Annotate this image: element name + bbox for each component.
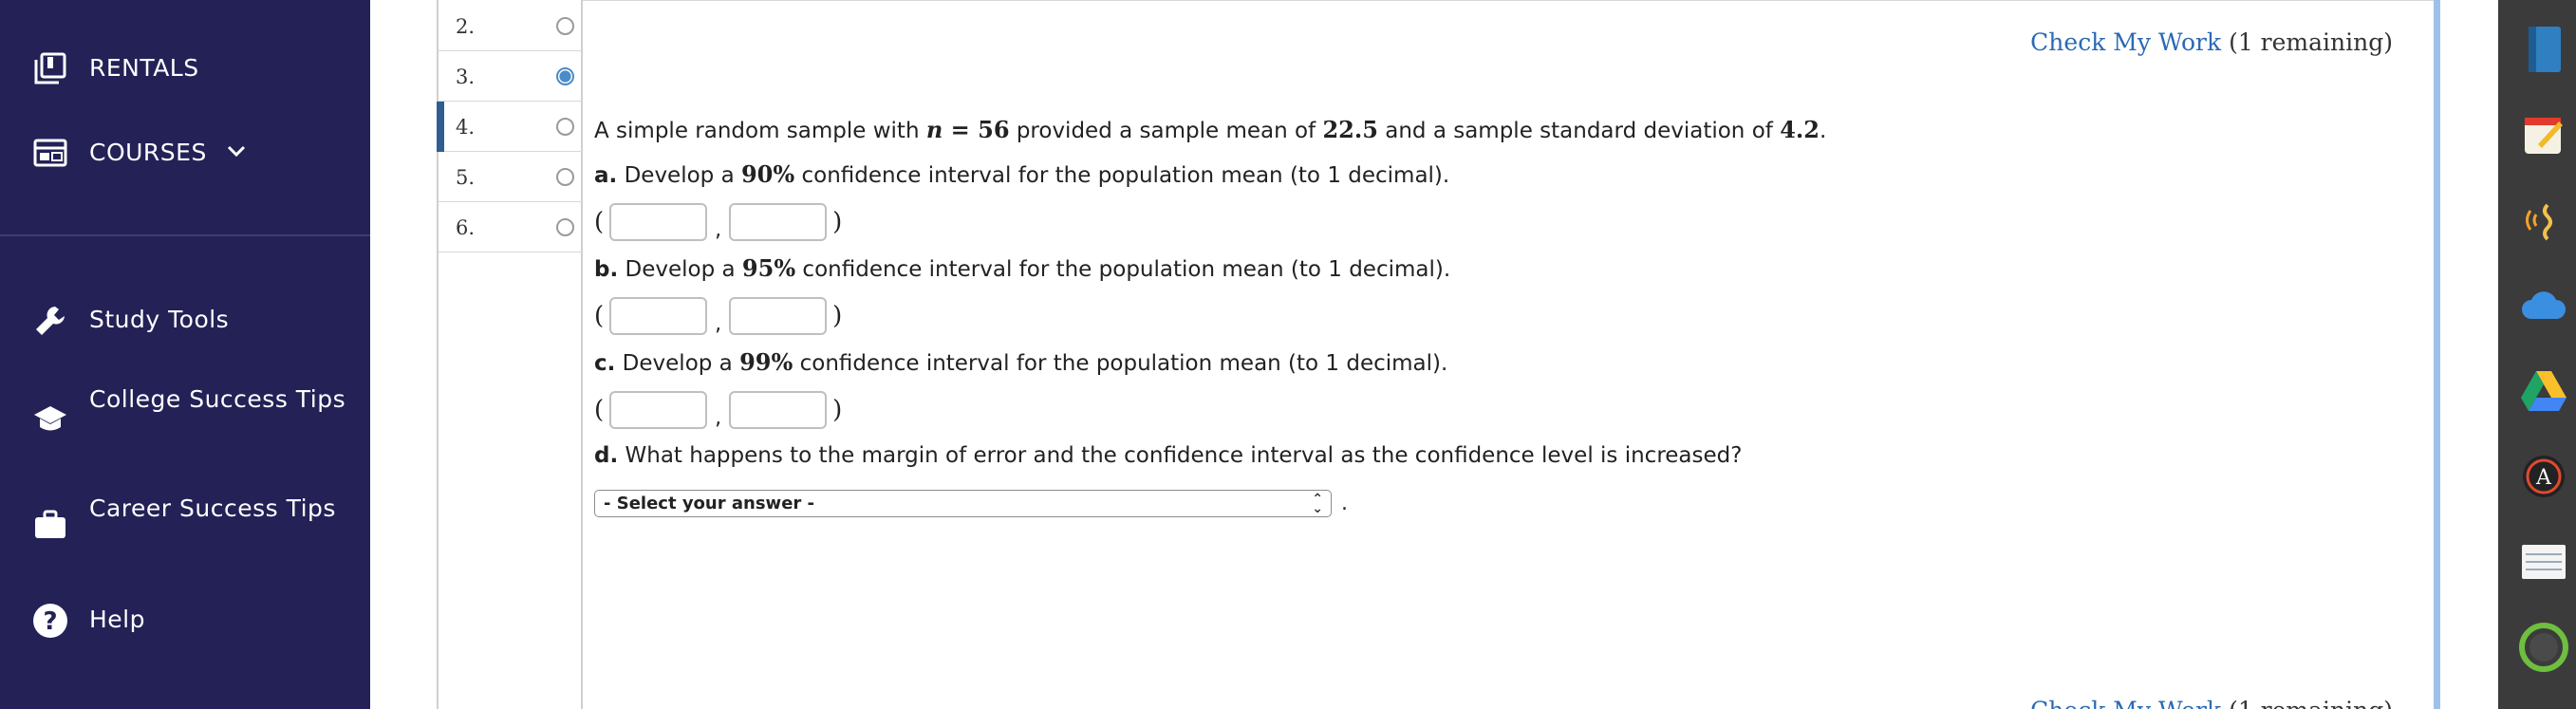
remaining-count: (1 remaining) [2229,28,2393,56]
status-radio-icon [556,17,574,35]
n-variable: n [925,116,943,143]
part-b-prompt: b. Develop a 95% confidence interval for… [594,254,1450,282]
content-scroll-edge [2434,0,2440,709]
courses-icon [31,134,69,172]
check-my-work-link[interactable]: Check My Work [2030,697,2221,709]
check-my-work: Check My Work (1 remaining) [2030,28,2393,56]
question-number: 5. [456,166,476,189]
part-text: Develop a [617,163,741,188]
wrench-icon [31,302,69,340]
part-b-upper-input[interactable] [729,297,828,335]
part-letter: d. [594,443,619,468]
comma: , [715,311,722,336]
briefcase-icon [31,506,69,544]
part-letter: a. [594,163,618,188]
sidebar-divider [0,234,370,236]
close-paren: ) [832,302,843,330]
part-c-lower-input[interactable] [609,391,708,429]
sidebar-item-label: Career Success Tips [89,494,336,522]
statement-text: provided a sample mean of [1009,119,1323,143]
close-paren: ) [832,396,843,424]
sidebar-item-label: Help [89,606,145,633]
question-item-3[interactable]: 3. [439,51,583,102]
part-b-lower-input[interactable] [609,297,708,335]
question-item-2[interactable]: 2. [439,1,583,51]
open-paren: ( [594,208,605,236]
open-paren: ( [594,396,605,424]
statement-text: A simple random sample with [594,119,926,143]
part-a-prompt: a. Develop a 90% confidence interval for… [594,160,1449,188]
question-item-5[interactable]: 5. [439,152,583,202]
select-arrows-icon: ⌃ ⌄ [1312,492,1323,516]
help-icon: ? [31,602,69,640]
part-text: What happens to the margin of error and … [618,443,1743,468]
notepad-app-icon[interactable] [2517,535,2570,588]
part-text: Develop a [618,257,742,282]
close-paren: ) [832,208,843,236]
left-sidebar: RENTALS COURSES Study Tools College Succ… [0,0,370,709]
period: . [1341,492,1348,515]
statement-text: and a sample standard deviation of [1377,119,1781,143]
open-paren: ( [594,302,605,330]
question-item-6[interactable]: 6. [439,202,583,252]
part-d-prompt: d. What happens to the margin of error a… [594,443,1742,468]
part-letter: b. [594,257,619,282]
book-app-icon[interactable] [2517,23,2570,76]
notes-app-icon[interactable] [2517,108,2570,161]
problem-statement: A simple random sample with n = 56 provi… [594,116,1826,143]
check-my-work-bottom: Check My Work (1 remaining) [2030,697,2393,709]
drive-app-icon[interactable] [2517,364,2570,418]
sidebar-item-label: RENTALS [89,54,199,82]
grade-app-icon[interactable]: A [2517,450,2570,503]
rentals-icon [31,49,69,87]
sample-mean: 22.5 [1322,116,1378,143]
answered-radio-icon [556,67,574,85]
part-d-answer: - Select your answer - ⌃ ⌄ . [594,490,1348,517]
text-to-speech-icon[interactable] [2517,194,2570,247]
part-text: confidence interval for the population m… [793,351,1448,376]
question-content: Check My Work (1 remaining) A simple ran… [583,0,2434,709]
confidence-level: 95% [741,254,796,282]
n-value: = 56 [943,116,1010,143]
svg-text:A: A [2535,466,2552,490]
cloud-app-icon[interactable] [2517,279,2570,332]
part-a-lower-input[interactable] [609,203,708,241]
part-c-upper-input[interactable] [729,391,828,429]
part-c-prompt: c. Develop a 99% confidence interval for… [594,348,1447,376]
remaining-count: (1 remaining) [2229,697,2393,709]
circle-app-icon[interactable] [2517,621,2570,674]
question-list: 2. 3. 4. 5. 6. [437,0,583,709]
part-d-select[interactable]: - Select your answer - ⌃ ⌄ [594,490,1332,517]
part-text: confidence interval for the population m… [795,257,1451,282]
confidence-level: 90% [740,160,795,188]
graduation-cap-icon [31,401,69,438]
select-value: - Select your answer - [604,494,815,513]
status-radio-icon [556,168,574,186]
question-number: 4. [456,116,476,139]
question-number: 6. [456,216,476,239]
status-radio-icon [556,118,574,136]
comma: , [715,405,722,430]
confidence-level: 99% [739,348,793,376]
part-a-upper-input[interactable] [729,203,828,241]
svg-text:?: ? [43,607,57,636]
question-item-4[interactable]: 4. [437,102,583,152]
check-my-work-link[interactable]: Check My Work [2030,28,2221,56]
part-b-interval: ( , ) [594,295,842,337]
question-number: 3. [456,65,476,88]
part-c-interval: ( , ) [594,389,842,431]
app-dock: A [2498,0,2576,709]
part-text: Develop a [615,351,740,376]
statement-text: . [1819,119,1827,143]
part-letter: c. [594,351,616,376]
sample-sd: 4.2 [1780,116,1820,143]
sidebar-item-label: College Success Tips [89,385,346,413]
question-number: 2. [456,15,476,38]
sidebar-item-label: Study Tools [89,306,230,333]
status-radio-icon [556,218,574,236]
comma: , [715,217,722,242]
part-a-interval: ( , ) [594,201,842,243]
chevron-down-icon[interactable] [225,140,248,166]
part-text: confidence interval for the population m… [794,163,1450,188]
